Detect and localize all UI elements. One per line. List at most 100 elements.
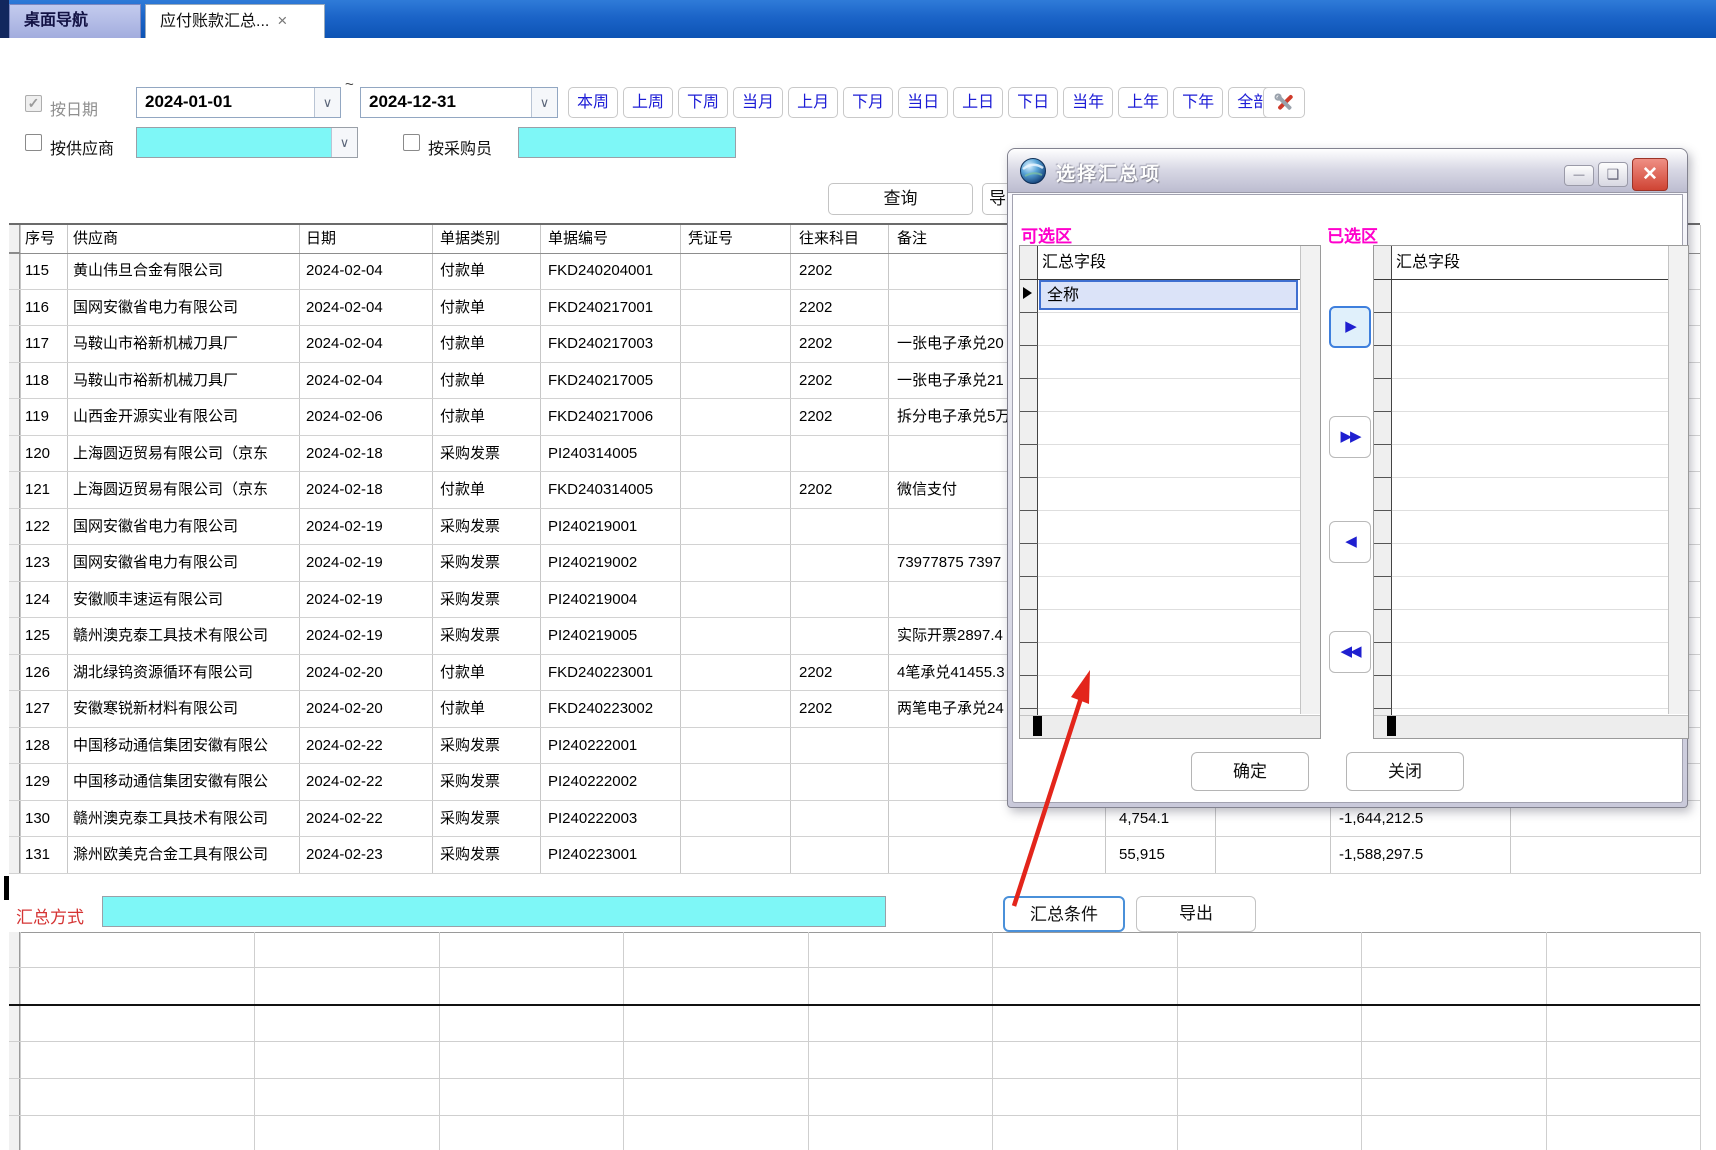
cell-seq[interactable]: 128 [25,728,67,765]
quick-date-button-1[interactable]: 本周 [568,87,618,118]
cell-doc[interactable]: FKD240223001 [548,655,680,692]
quick-date-button-6[interactable]: 下月 [843,87,893,118]
cell-supplier[interactable]: 中国移动通信集团安徽有限公 [73,764,299,801]
dialog-titlebar[interactable]: 选择汇总项 — ❑ ✕ [1008,149,1687,193]
cell-date[interactable]: 2024-02-22 [306,801,432,838]
cell-type[interactable]: 采购发票 [440,582,540,619]
close-dialog-button[interactable]: 关闭 [1346,752,1464,791]
move-right-button[interactable]: ▶ [1329,306,1371,348]
cell-seq[interactable]: 117 [25,326,67,363]
cell-type[interactable]: 付款单 [440,326,540,363]
cell-date[interactable]: 2024-02-20 [306,691,432,728]
cell-doc[interactable]: PI240219005 [548,618,680,655]
quick-date-button-9[interactable]: 下日 [1008,87,1058,118]
move-all-right-button[interactable]: ▶▶ [1329,416,1371,458]
cell-supplier[interactable]: 滁州欧美克合金工具有限公司 [73,837,299,874]
by-buyer-checkbox[interactable] [403,134,420,151]
chevron-down-icon[interactable]: ∨ [314,88,340,117]
summary-condition-button[interactable]: 汇总条件 [1003,896,1125,932]
quick-date-button-4[interactable]: 当月 [733,87,783,118]
export-bottom-button[interactable]: 导出 [1136,896,1256,932]
cell-date[interactable]: 2024-02-04 [306,290,432,327]
cell-type[interactable]: 付款单 [440,472,540,509]
cell-date[interactable]: 2024-02-19 [306,618,432,655]
tab-close-icon[interactable]: × [277,11,287,30]
cell-date[interactable]: 2024-02-22 [306,728,432,765]
cell-type[interactable]: 采购发票 [440,545,540,582]
cell-seq[interactable]: 126 [25,655,67,692]
cell-seq[interactable]: 118 [25,363,67,400]
cell-type[interactable]: 采购发票 [440,436,540,473]
cell-seq[interactable]: 121 [25,472,67,509]
cell-seq[interactable]: 122 [25,509,67,546]
cell-type[interactable]: 付款单 [440,655,540,692]
cell-type[interactable]: 付款单 [440,253,540,290]
cell-account[interactable]: 2202 [799,253,888,290]
cell-account[interactable]: 2202 [799,399,888,436]
minimize-button[interactable]: — [1564,165,1594,186]
cell-doc[interactable]: FKD240217006 [548,399,680,436]
cell-date[interactable]: 2024-02-04 [306,363,432,400]
cell-seq[interactable]: 130 [25,801,67,838]
cell-date[interactable]: 2024-02-23 [306,837,432,874]
maximize-button[interactable]: ❑ [1598,162,1628,187]
cell-account[interactable]: 2202 [799,363,888,400]
cell-account[interactable]: 2202 [799,691,888,728]
supplier-combo[interactable]: ∨ [136,127,358,158]
cell-account[interactable]: 2202 [799,326,888,363]
quick-date-button-2[interactable]: 上周 [623,87,673,118]
cell-seq[interactable]: 123 [25,545,67,582]
cell-type[interactable]: 付款单 [440,399,540,436]
chevron-down-icon[interactable]: ∨ [531,88,557,117]
by-date-checkbox[interactable]: ✓ [25,95,42,112]
cell-account[interactable]: 2202 [799,472,888,509]
cell-type[interactable]: 付款单 [440,691,540,728]
cell-doc[interactable]: FKD240217003 [548,326,680,363]
cell-seq[interactable]: 129 [25,764,67,801]
cell-date[interactable]: 2024-02-19 [306,582,432,619]
cell-seq[interactable]: 131 [25,837,67,874]
date-from-combo[interactable]: 2024-01-01 ∨ [136,87,341,118]
cell-seq[interactable]: 125 [25,618,67,655]
cell-supplier[interactable]: 国网安徽省电力有限公司 [73,545,299,582]
cell-date[interactable]: 2024-02-04 [306,253,432,290]
cell-account[interactable]: 2202 [799,290,888,327]
cell-seq[interactable]: 120 [25,436,67,473]
cell-date[interactable]: 2024-02-20 [306,655,432,692]
cell-doc[interactable]: PI240222003 [548,801,680,838]
cell-date[interactable]: 2024-02-19 [306,545,432,582]
cell-doc[interactable]: FKD240314005 [548,472,680,509]
date-to-combo[interactable]: 2024-12-31 ∨ [360,87,558,118]
horizontal-scrollbar[interactable] [1374,715,1688,738]
vertical-scrollbar[interactable] [1668,246,1688,714]
horizontal-scrollbar[interactable] [1020,715,1320,738]
quick-date-button-5[interactable]: 上月 [788,87,838,118]
cell-supplier[interactable]: 马鞍山市裕新机械刀具厂 [73,363,299,400]
cell-amt1[interactable]: 55,915 [1119,837,1215,874]
cell-type[interactable]: 付款单 [440,290,540,327]
quick-date-button-10[interactable]: 当年 [1063,87,1113,118]
chevron-down-icon[interactable]: ∨ [331,128,357,157]
cell-doc[interactable]: PI240219002 [548,545,680,582]
selected-fields-list[interactable]: 汇总字段 [1373,245,1689,739]
cell-supplier[interactable]: 国网安徽省电力有限公司 [73,509,299,546]
cell-date[interactable]: 2024-02-22 [306,764,432,801]
cell-supplier[interactable]: 安徽顺丰速运有限公司 [73,582,299,619]
cell-type[interactable]: 采购发票 [440,801,540,838]
buyer-input[interactable] [518,127,736,158]
cell-supplier[interactable]: 湖北绿钨资源循环有限公司 [73,655,299,692]
cell-date[interactable]: 2024-02-06 [306,399,432,436]
cell-supplier[interactable]: 上海圆迈贸易有限公司（京东 [73,472,299,509]
quick-date-button-8[interactable]: 上日 [953,87,1003,118]
quick-date-button-12[interactable]: 下年 [1173,87,1223,118]
cell-doc[interactable]: PI240314005 [548,436,680,473]
cell-account[interactable]: 2202 [799,655,888,692]
cell-supplier[interactable]: 国网安徽省电力有限公司 [73,290,299,327]
tab-payable-summary[interactable]: 应付账款汇总...× [145,4,325,38]
cell-type[interactable]: 采购发票 [440,837,540,874]
cell-doc[interactable]: PI240222002 [548,764,680,801]
cell-seq[interactable]: 124 [25,582,67,619]
cell-supplier[interactable]: 马鞍山市裕新机械刀具厂 [73,326,299,363]
cell-doc[interactable]: PI240219001 [548,509,680,546]
cell-doc[interactable]: PI240222001 [548,728,680,765]
